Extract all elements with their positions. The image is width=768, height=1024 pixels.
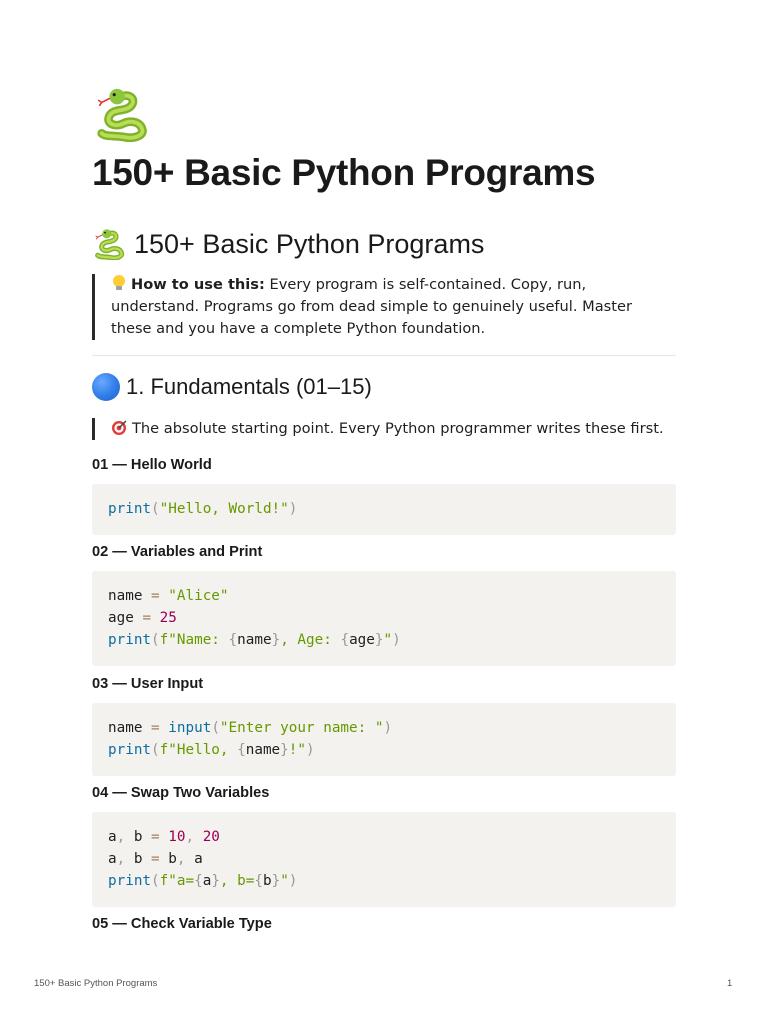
code-line: age = 25 [108,607,660,629]
heading-1-text: 150+ Basic Python Programs [134,228,485,259]
code-token: } [280,742,289,758]
code-token: b [125,829,152,845]
code-line: print(f"a={a}, b={b}") [108,870,660,892]
code-block[interactable]: print("Hello, World!") [92,484,676,535]
code-token: ) [392,632,401,648]
code-token: = [151,829,160,845]
code-token: , [116,829,126,845]
code-line: name = "Alice" [108,585,660,607]
section-title: 1. Fundamentals (01–15) [126,374,372,399]
code-token: b [159,851,177,867]
code-token: !" [288,742,306,758]
code-token: f"Hello, [159,742,238,758]
page-title: 150+ Basic Python Programs [92,152,596,193]
code-block[interactable]: name = input("Enter your name: ") print(f… [92,703,676,776]
code-line: print(f"Hello, {name}!") [108,739,660,761]
divider [92,355,676,356]
code-token: { [194,873,203,889]
code-token: age [349,632,375,648]
code-token: print [108,501,152,517]
code-line: a, b = 10, 20 [108,826,660,848]
snake-icon [92,228,126,260]
code-line: print(f"Name: {name}, Age: {age}") [108,629,660,651]
code-token: = [151,588,160,604]
code-token: f"Name: [159,632,229,648]
code-token: print [108,742,152,758]
section-callout-text: The absolute starting point. Every Pytho… [132,420,664,437]
code-token: = [151,720,160,736]
section-callout: The absolute starting point. Every Pytho… [92,418,676,440]
code-token: ( [151,742,160,758]
code-token: = [151,851,160,867]
code-token: { [228,632,238,648]
code-token: "Enter your name: " [219,720,384,736]
code-token: print [108,873,152,889]
code-token: ( [151,501,160,517]
code-token: "Alice" [159,588,229,604]
code-token: name [245,742,281,758]
code-token: ( [151,873,160,889]
intro-callout: How to use this: Every program is self-c… [92,274,676,340]
code-token: b [125,851,152,867]
code-token: 25 [151,610,177,626]
snake-icon [92,86,150,142]
code-token: ) [383,720,393,736]
section-heading: 1. Fundamentals (01–15) [92,373,372,401]
code-token: ( [151,632,160,648]
program-title: 03 — User Input [92,676,204,692]
code-token: name [108,720,152,736]
code-token: a [108,829,117,845]
program-title: 02 — Variables and Print [92,544,263,560]
code-line: print("Hello, World!") [108,498,660,520]
code-token: { [340,632,350,648]
code-token: a [108,851,117,867]
code-token: b [262,873,272,889]
code-token: , b= [219,873,255,889]
code-token: ) [288,873,298,889]
code-token: "Hello, World!" [159,501,289,517]
lightbulb-icon [113,275,125,290]
blue-circle-icon [92,373,120,401]
page-number: 1 [727,978,733,989]
code-token: { [237,742,246,758]
code-token: print [108,632,152,648]
program-title: 01 — Hello World [92,457,212,473]
code-token: ) [288,501,298,517]
code-token: age [108,610,143,626]
code-token: name [108,588,152,604]
code-token: } [374,632,384,648]
code-token: , [116,851,126,867]
code-token: = [142,610,152,626]
footer-title: 150+ Basic Python Programs [34,978,158,989]
code-token: a [185,851,203,867]
code-token: name [237,632,272,648]
code-token: { [254,873,263,889]
code-token: " [383,632,393,648]
code-block[interactable]: name = "Alice" age = 25 print(f"Name: {nam… [92,571,676,666]
code-token: 10 [159,829,186,845]
code-line: name = input("Enter your name: ") [108,717,660,739]
code-token: ) [306,742,315,758]
code-block[interactable]: a, b = 10, 20 a, b = b, a print(f"a={a}, b… [92,812,676,907]
code-token: f"a= [159,873,195,889]
program-title: 04 — Swap Two Variables [92,785,270,801]
code-line: a, b = b, a [108,848,660,870]
target-icon [112,420,127,435]
program-title: 05 — Check Variable Type [92,916,272,932]
code-token: ( [211,720,220,736]
intro-callout-bold: How to use this: [131,276,265,293]
heading-1: 150+ Basic Python Programs [92,228,484,260]
code-token: } [211,873,220,889]
code-token: } [271,632,281,648]
code-token: , [185,829,195,845]
code-token: 20 [194,829,220,845]
code-token: " [280,873,289,889]
code-token: , Age: [280,632,341,648]
code-token: } [271,873,281,889]
code-token: input [159,720,212,736]
